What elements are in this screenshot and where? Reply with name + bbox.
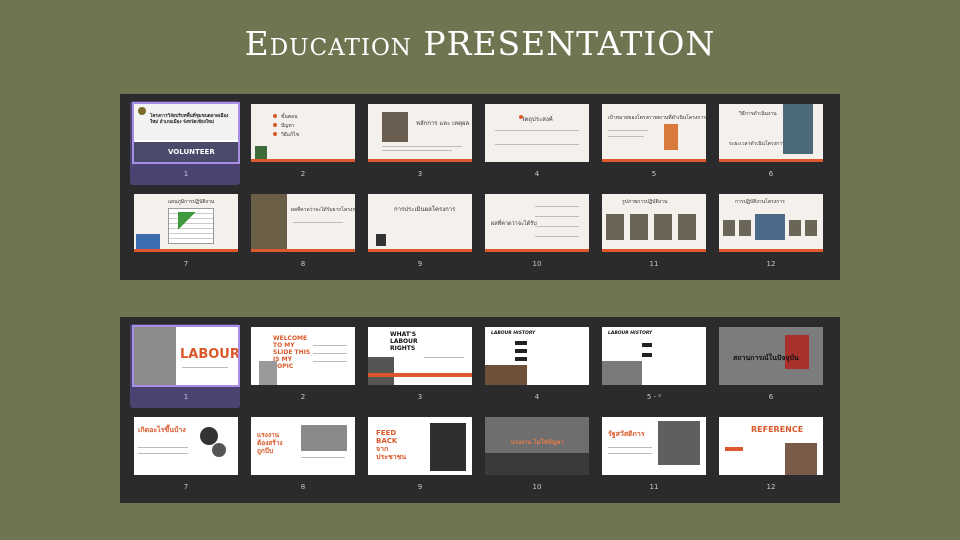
- deck1-slide-6[interactable]: วิธีการดำเนินงาน ระยะเวลาดำเนินโครงการ 6: [718, 104, 828, 184]
- deck1-slide-9[interactable]: การประเมินผลโครงการ 9: [367, 194, 477, 274]
- deck1-slide-3[interactable]: หลักการ และ เหตุผล 3: [367, 104, 477, 184]
- deck2-slide5-title: LABOUR HISTORY: [608, 331, 653, 336]
- deck1-slide1-volunteer: VOLUNTEER: [168, 148, 215, 156]
- slide-number: 7: [183, 260, 189, 268]
- slide-number: 5: [651, 170, 657, 178]
- deck2-slide7-title: เกิดอะไรขึ้นบ้าง: [138, 426, 186, 434]
- slide-number: 4: [534, 170, 540, 178]
- deck1-slide-8[interactable]: ผลที่คาดว่าจะได้รับจากโครงการ 8: [250, 194, 360, 274]
- deck1-slide10-title: ผลที่คาดว่าจะได้รับ: [491, 221, 537, 227]
- deck1-slide5-target: เป้าหมายของโครงการ: [608, 115, 657, 121]
- deck2-slide-3[interactable]: WHAT'S LABOUR RIGHTS 3: [367, 327, 477, 407]
- deck1-slide2-item-2: ปัญหา: [281, 123, 295, 129]
- slide-number: 10: [532, 260, 542, 268]
- deck1-slide-5[interactable]: เป้าหมายของโครงการ สถานที่ดำเนินโครงการ …: [601, 104, 711, 184]
- slide-number: 9: [417, 260, 423, 268]
- deck1-slide1-title: โครงการวิจัยบริบทพื้นที่ชุมชนตลาดเมืองให…: [150, 114, 229, 125]
- deck1-slide-4[interactable]: วัตถุประสงค์ 4: [484, 104, 594, 184]
- deck2-slide-10[interactable]: แรงงาน ไม่ใช่ปัญหา 10: [484, 417, 594, 497]
- slide-number: 1: [183, 170, 189, 178]
- slide-number: 11: [649, 483, 659, 491]
- deck2-slide8-title: แรงงาน ต้องสร้าง ถูกบีบ: [257, 431, 283, 455]
- deck1-slide-7[interactable]: แผนภูมิการปฏิบัติงาน 7: [133, 194, 243, 274]
- deck1-slide3-title: หลักการ และ เหตุผล: [416, 120, 470, 127]
- deck1-slide12-title: การปฏิบัติงานโครงการ: [735, 199, 785, 205]
- deck1-slide-11[interactable]: รูปภาพการปฏิบัติงาน 11: [601, 194, 711, 274]
- deck1-slide11-title: รูปภาพการปฏิบัติงาน: [622, 199, 668, 205]
- deck1-slide-1[interactable]: โครงการวิจัยบริบทพื้นที่ชุมชนตลาดเมืองให…: [130, 101, 243, 185]
- deck1-slide5-place: สถานที่ดำเนินโครงการ: [656, 115, 706, 121]
- slide-number: 12: [766, 260, 776, 268]
- deck2-slide-2[interactable]: WELCOME TO MY SLIDE THIS IS MY TOPIC 2: [250, 327, 360, 407]
- deck2-slide6-title: สถานการณ์ในปัจจุบัน: [733, 354, 799, 362]
- deck2-slide2-title: WELCOME TO MY SLIDE THIS IS MY TOPIC: [273, 335, 311, 370]
- slide-number: 10: [532, 483, 542, 491]
- deck2-slide12-title: REFERENCE: [751, 425, 804, 434]
- slide-number: 5 - ²: [646, 393, 662, 401]
- deck2-slide-12[interactable]: REFERENCE 12: [718, 417, 828, 497]
- slide-number: 1: [183, 393, 189, 401]
- deck1-slide2-item-1: ขั้นตอน: [281, 114, 298, 120]
- slide-number: 2: [300, 170, 306, 178]
- slide-number: 3: [417, 170, 423, 178]
- slide-number: 11: [649, 260, 659, 268]
- deck1-slide6-duration: ระยะเวลาดำเนินโครงการ: [729, 141, 785, 147]
- deck1-slide-2[interactable]: ขั้นตอน ปัญหา วิธีแก้ไข 2: [250, 104, 360, 184]
- deck2-slide-11[interactable]: รัฐสวัสดิการ 11: [601, 417, 711, 497]
- slide-sorter-panel-1: โครงการวิจัยบริบทพื้นที่ชุมชนตลาดเมืองให…: [120, 94, 840, 280]
- deck1-slide-10[interactable]: ผลที่คาดว่าจะได้รับ 10: [484, 194, 594, 274]
- deck2-slide-8[interactable]: แรงงาน ต้องสร้าง ถูกบีบ 8: [250, 417, 360, 497]
- deck2-slide-5[interactable]: LABOUR HISTORY 5 - ²: [601, 327, 711, 407]
- deck1-slide-12[interactable]: การปฏิบัติงานโครงการ 12: [718, 194, 828, 274]
- slide-number: 4: [534, 393, 540, 401]
- slide-number: 12: [766, 483, 776, 491]
- slide-number: 8: [300, 483, 306, 491]
- deck2-slide10-title: แรงงาน ไม่ใช่ปัญหา: [511, 439, 564, 446]
- deck1-slide7-title: แผนภูมิการปฏิบัติงาน: [168, 199, 215, 205]
- slide-sorter-panel-2: LABOUR 1 WELCOME TO MY SLIDE THIS IS MY …: [120, 317, 840, 503]
- deck1-slide9-title: การประเมินผลโครงการ: [394, 206, 456, 213]
- deck1-slide8-title: ผลที่คาดว่าจะได้รับจากโครงการ: [291, 207, 355, 213]
- slide-number: 3: [417, 393, 423, 401]
- deck2-slide-9[interactable]: FEED BACK จาก ประชาชน 9: [367, 417, 477, 497]
- deck2-slide4-title: LABOUR HISTORY: [491, 331, 536, 336]
- deck1-slide4-title: วัตถุประสงค์: [521, 116, 553, 123]
- deck2-slide-7[interactable]: เกิดอะไรขึ้นบ้าง 7: [133, 417, 243, 497]
- slide-number: 9: [417, 483, 423, 491]
- deck2-slide1-title: LABOUR: [180, 347, 238, 362]
- slide-number: 8: [300, 260, 306, 268]
- slide-number: 6: [768, 393, 774, 401]
- deck2-slide-6[interactable]: สถานการณ์ในปัจจุบัน 6: [718, 327, 828, 407]
- deck2-slide-4[interactable]: LABOUR HISTORY 4: [484, 327, 594, 407]
- deck2-slide3-title: WHAT'S LABOUR RIGHTS: [390, 331, 418, 352]
- slide-number: 7: [183, 483, 189, 491]
- page-title: Education PRESENTATION: [244, 24, 716, 63]
- deck1-slide2-item-3: วิธีแก้ไข: [281, 132, 300, 138]
- slide-number: 6: [768, 170, 774, 178]
- deck2-slide9-title: FEED BACK จาก ประชาชน: [376, 429, 407, 461]
- deck1-slide6-method: วิธีการดำเนินงาน: [739, 111, 777, 117]
- deck2-slide-1[interactable]: LABOUR 1: [130, 324, 243, 408]
- deck2-slide11-title: รัฐสวัสดิการ: [608, 430, 645, 438]
- slide-number: 2: [300, 393, 306, 401]
